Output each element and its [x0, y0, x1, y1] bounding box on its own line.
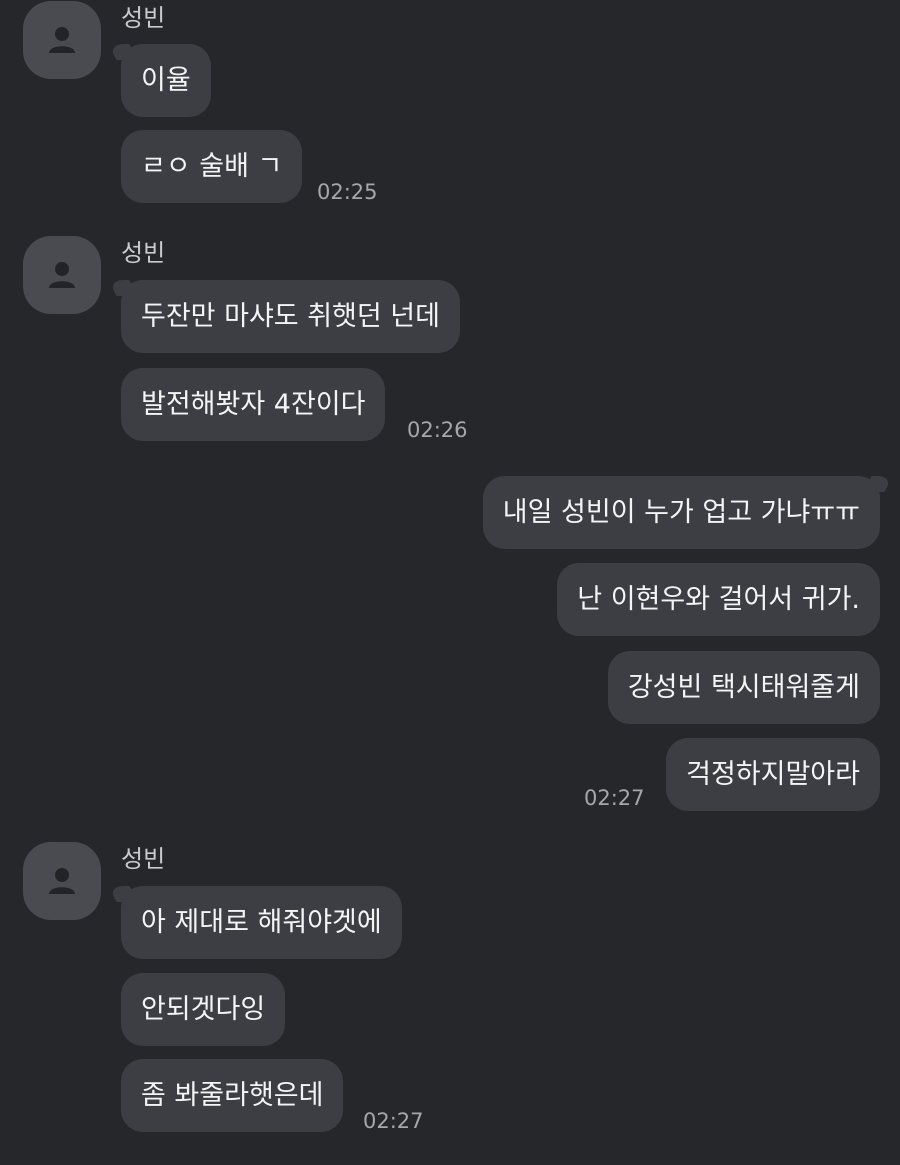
my-message-bubble[interactable]: 강성빈 택시태워줄게 — [607, 651, 880, 724]
sender-name: 성빈 — [121, 4, 166, 32]
avatar[interactable] — [23, 1, 101, 79]
message-bubble[interactable]: 아 제대로 해줘야겟에 — [121, 886, 402, 959]
person-icon — [49, 262, 75, 288]
message-bubble[interactable]: ㄹㅇ 술배 ㄱ — [121, 130, 303, 203]
my-message-bubble[interactable]: 내일 성빈이 누가 업고 가냐ㅠㅠ — [482, 476, 880, 549]
timestamp: 02:26 — [407, 418, 468, 442]
timestamp: 02:27 — [584, 786, 645, 810]
message-bubble[interactable]: 좀 봐줄라햇은데 — [121, 1059, 344, 1132]
message-bubble[interactable]: 발전해봣자 4잔이다 — [121, 368, 386, 441]
message-bubble[interactable]: 이율 — [121, 44, 211, 117]
message-bubble[interactable]: 두잔만 마샤도 취햇던 넌데 — [121, 280, 460, 353]
my-message-bubble[interactable]: 걱정하지말아라 — [666, 738, 880, 811]
sender-name: 성빈 — [121, 845, 166, 873]
avatar[interactable] — [23, 842, 101, 920]
message-bubble[interactable]: 안되겟다잉 — [121, 973, 286, 1046]
person-icon — [49, 27, 75, 53]
my-message-bubble[interactable]: 난 이현우와 걸어서 귀가. — [557, 563, 880, 636]
avatar[interactable] — [23, 236, 101, 314]
timestamp: 02:25 — [317, 180, 378, 204]
person-icon — [49, 868, 75, 894]
sender-name: 성빈 — [121, 239, 166, 267]
timestamp: 02:27 — [363, 1109, 424, 1133]
